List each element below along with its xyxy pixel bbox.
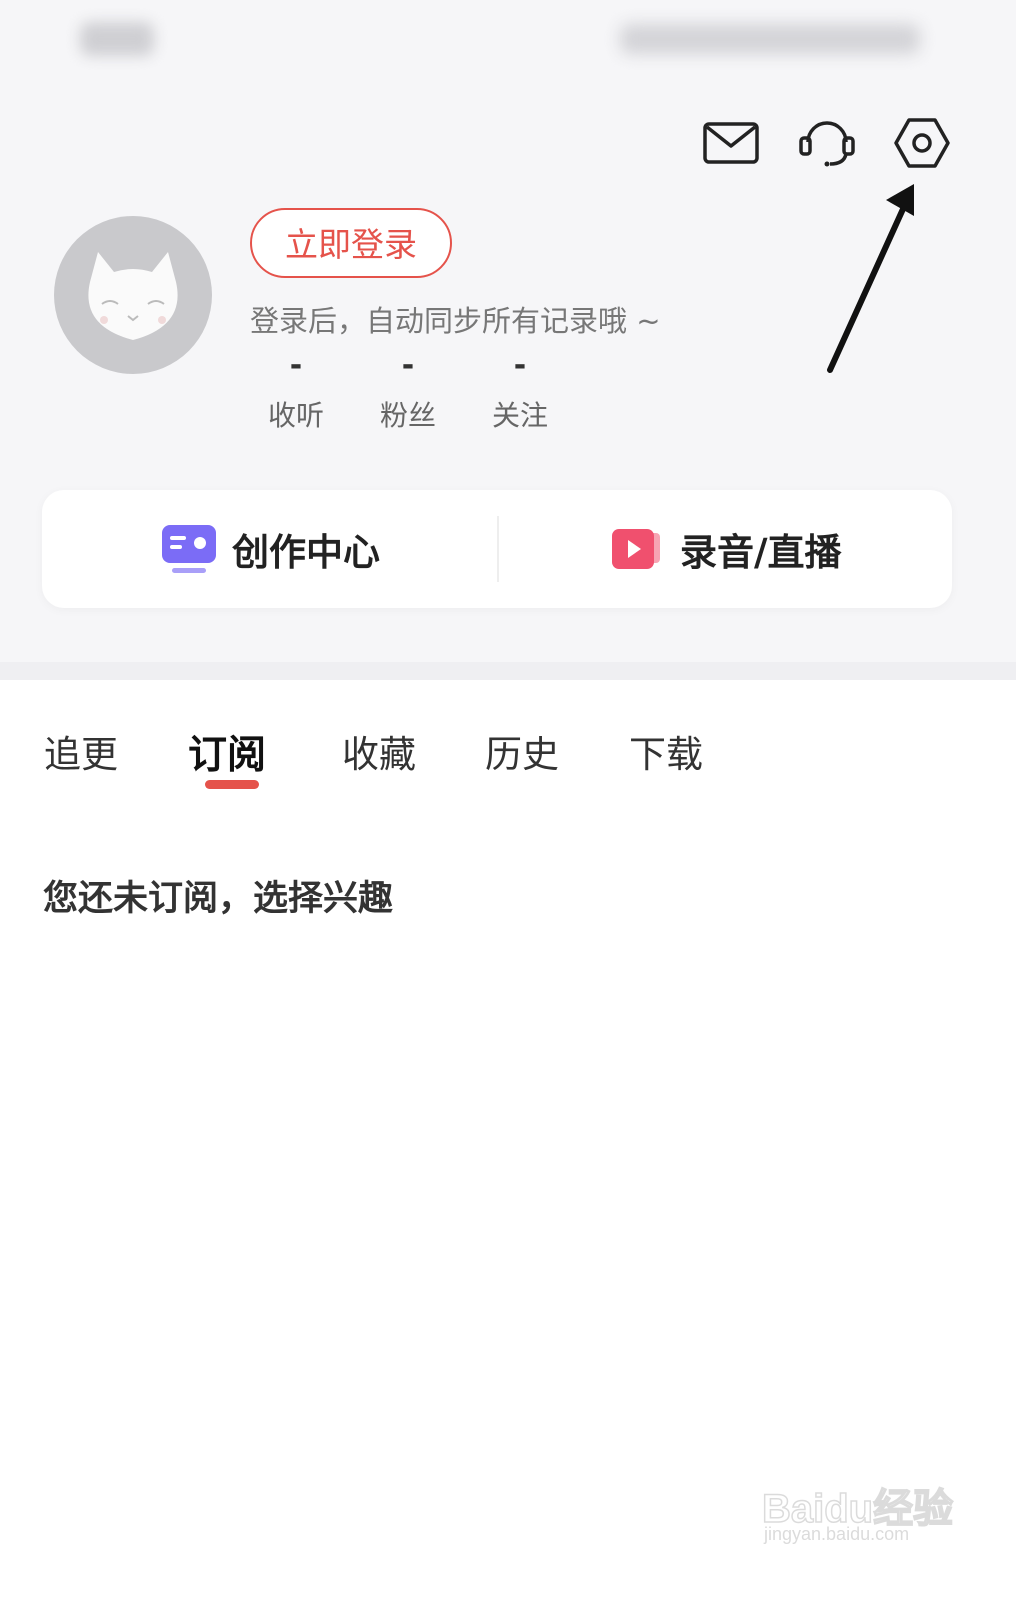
tab-follow-updates[interactable]: 追更	[44, 724, 118, 778]
record-live-label: 录音/直播	[680, 531, 842, 574]
stat-follow[interactable]: - 关注	[460, 350, 580, 434]
stat-label: 关注	[491, 399, 548, 432]
section-divider	[0, 662, 1016, 680]
stat-fans[interactable]: - 粉丝	[348, 350, 468, 434]
stat-label: 粉丝	[379, 399, 436, 432]
stat-value: -	[289, 348, 303, 383]
create-center-label: 创作中心	[232, 531, 380, 574]
tab-download[interactable]: 下载	[629, 724, 703, 778]
baidu-watermark: Baidu经验 jingyan.baidu.com	[761, 1462, 954, 1552]
tab-favorites[interactable]: 收藏	[342, 724, 416, 778]
stat-value: -	[401, 348, 415, 383]
annotation-arrow	[827, 184, 914, 373]
login-hint: 登录后，自动同步所有记录哦 ~	[250, 304, 661, 338]
stat-label: 收听	[267, 399, 324, 432]
record-live-icon	[612, 529, 660, 569]
active-tab-indicator	[205, 780, 259, 789]
create-center-button[interactable]: 创作中心	[160, 490, 380, 608]
mail-icon[interactable]	[700, 112, 762, 174]
cat-avatar-icon	[88, 252, 178, 340]
stat-value: -	[513, 348, 527, 383]
record-live-button[interactable]: 录音/直播	[608, 490, 842, 608]
status-icons-blurred	[620, 24, 920, 54]
settings-gear-icon[interactable]	[891, 112, 953, 174]
tab-subscribe[interactable]: 订阅	[188, 724, 266, 780]
customer-service-headset-icon[interactable]	[796, 112, 858, 174]
action-card: 创作中心 录音/直播	[42, 490, 952, 608]
status-time-blurred	[80, 22, 154, 56]
stat-listen[interactable]: - 收听	[236, 350, 356, 434]
empty-subscription-message[interactable]: 您还未订阅，选择兴趣	[43, 870, 393, 921]
card-divider	[497, 516, 499, 582]
creator-center-icon	[162, 525, 216, 573]
tab-bar: 追更 订阅 收藏 历史 下载	[0, 680, 1016, 810]
login-button[interactable]: 立即登录	[250, 208, 452, 278]
tab-history[interactable]: 历史	[485, 724, 559, 778]
avatar[interactable]	[54, 216, 212, 374]
watermark-url: jingyan.baidu.com	[764, 1524, 910, 1544]
status-bar	[0, 0, 1016, 80]
